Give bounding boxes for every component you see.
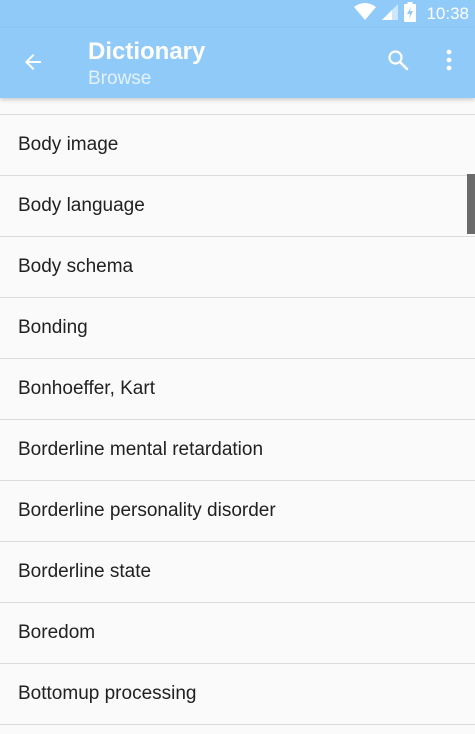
signal-icon <box>382 3 399 25</box>
page-subtitle: Browse <box>88 68 152 89</box>
battery-charging-icon <box>404 1 417 27</box>
list-item[interactable]: Boredom <box>0 603 475 664</box>
page-title: Dictionary <box>88 38 206 65</box>
list-item[interactable]: Borderline personality disorder <box>0 481 475 542</box>
list-item[interactable]: Body image <box>0 115 475 176</box>
list-item-label: Bottomup processing <box>18 683 197 704</box>
list-item[interactable]: Body schema <box>0 237 475 298</box>
dictionary-list[interactable]: Body image Body language Body schema Bon… <box>0 98 475 734</box>
list-item-label: Body schema <box>18 256 134 277</box>
wifi-icon <box>354 2 377 26</box>
more-options-button[interactable] <box>434 44 464 80</box>
list-item[interactable]: Bonding <box>0 298 475 359</box>
list-item[interactable]: Borderline state <box>0 542 475 603</box>
status-icons: 10:38 <box>354 0 469 28</box>
list-item-label: Borderline state <box>18 561 152 582</box>
list-item-label: Borderline personality disorder <box>18 500 276 521</box>
list-item[interactable]: Bottomup processing <box>0 664 475 725</box>
list-item-label: Boredom <box>18 622 96 643</box>
list-item[interactable]: Body language <box>0 176 475 237</box>
search-button[interactable] <box>380 44 416 80</box>
status-bar: 10:38 <box>0 0 475 28</box>
status-time: 10:38 <box>426 4 469 23</box>
arrow-back-icon <box>21 50 45 79</box>
more-vert-icon <box>446 49 452 76</box>
scrollbar-thumb[interactable] <box>467 174 475 234</box>
list-item[interactable]: Borderline mental retardation <box>0 420 475 481</box>
list-item-label: Body image <box>18 134 119 155</box>
list-item-label: Borderline mental retardation <box>18 439 264 460</box>
list-item-label: Bonding <box>18 317 88 338</box>
dictionary-browse-screen: 10:38 Dictionary Browse Body image Body … <box>0 0 475 734</box>
list-item[interactable]: Bonhoeffer, Kart <box>0 359 475 420</box>
list-item-label: Bonhoeffer, Kart <box>18 378 155 399</box>
back-button[interactable] <box>14 45 52 83</box>
search-icon <box>386 48 410 77</box>
app-bar-titles: Dictionary Browse <box>88 37 205 91</box>
list-item-label: Body language <box>18 195 145 216</box>
app-bar: Dictionary Browse <box>0 28 475 98</box>
